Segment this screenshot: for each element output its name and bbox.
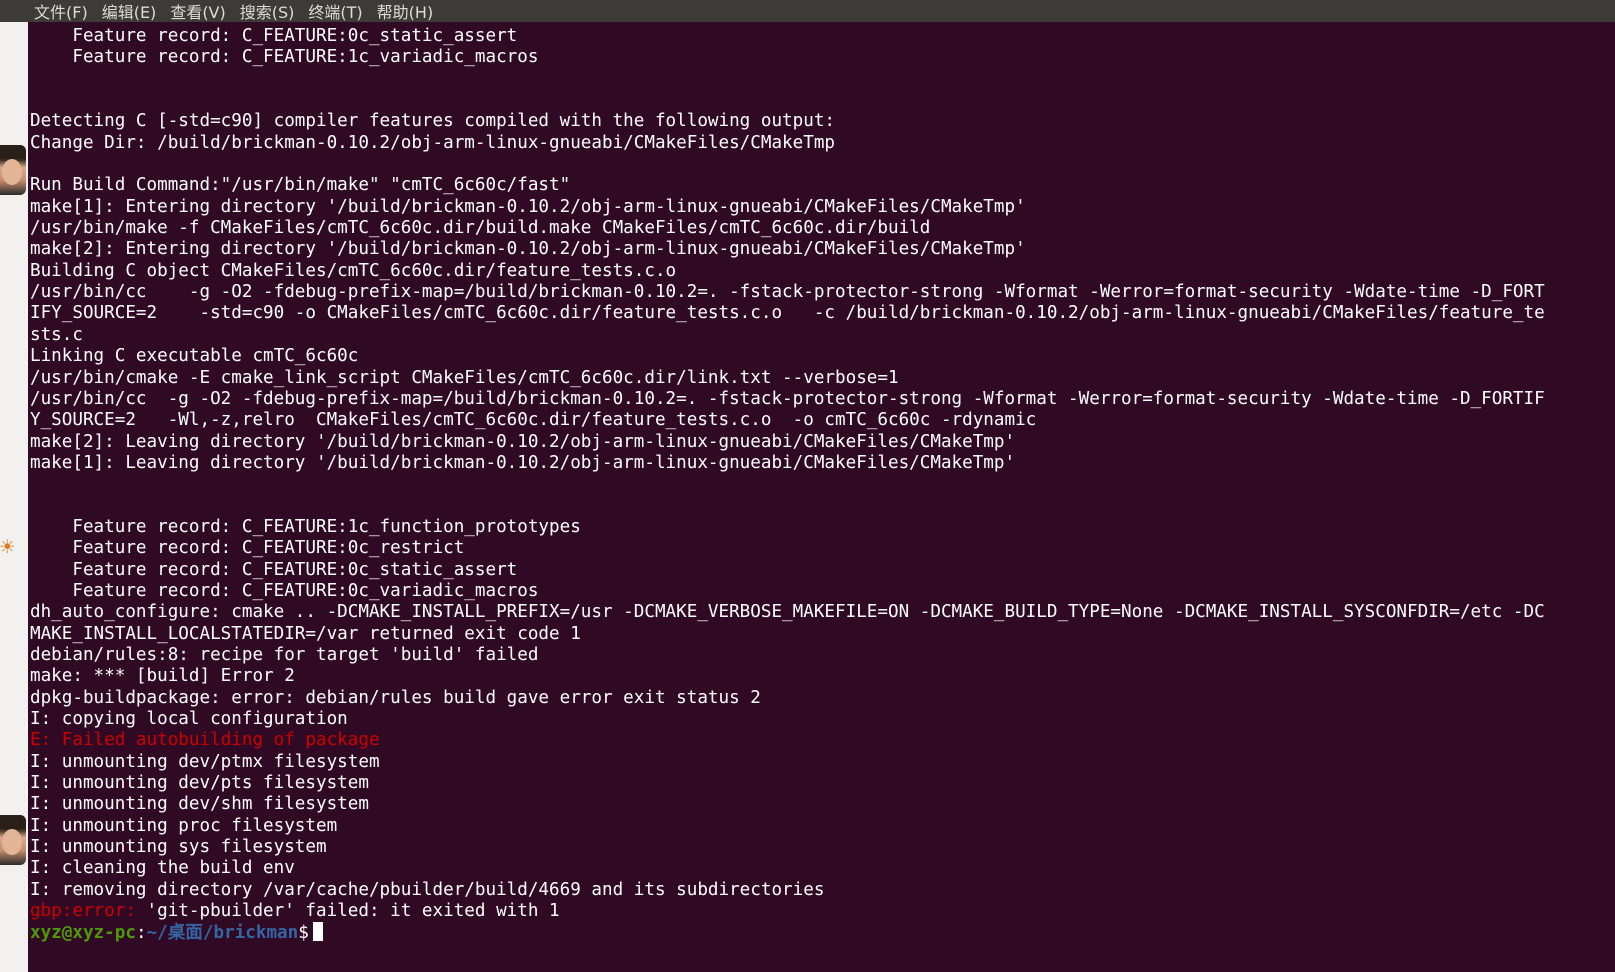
menu-help[interactable]: 帮助(H) [377,0,434,23]
user-avatar-icon[interactable] [0,815,26,865]
terminal-line: make[1]: Entering directory '/build/bric… [30,196,1026,217]
terminal-line: Linking C executable cmTC_6c60c [30,346,359,367]
menu-search[interactable]: 搜索(S) [240,0,295,23]
prompt-path: ~/桌面/brickman [146,923,299,944]
terminal-line: Feature record: C_FEATURE:1c_function_pr… [30,516,581,537]
prompt-user-host: xyz@xyz-pc [30,923,136,944]
terminal-line: sts.c [30,324,83,345]
terminal-line: dh_auto_configure: cmake .. -DCMAKE_INST… [30,602,1545,623]
terminal-line: dpkg-buildpackage: error: debian/rules b… [30,687,761,708]
terminal-line: I: unmounting dev/ptmx filesystem [30,751,380,772]
terminal-line: Run Build Command:"/usr/bin/make" "cmTC_… [30,175,571,196]
terminal-line: I: removing directory /var/cache/pbuilde… [30,879,825,900]
terminal-line: Feature record: C_FEATURE:1c_variadic_ma… [30,47,539,68]
terminal-output[interactable]: Feature record: C_FEATURE:0c_static_asse… [30,26,1615,972]
background-window-strip: ☀ [0,22,28,972]
terminal-line: /usr/bin/cmake -E cmake_link_script CMak… [30,367,899,388]
terminal-line: Feature record: C_FEATURE:0c_variadic_ma… [30,580,539,601]
terminal-line: I: cleaning the build env [30,858,295,879]
terminal-line: IFY_SOURCE=2 -std=c90 -o CMakeFiles/cmTC… [30,303,1545,324]
menu-view[interactable]: 查看(V) [170,0,225,23]
sun-logo-icon: ☀ [0,533,15,561]
gbp-error-prefix: gbp:error: [30,901,136,922]
terminal-line: Feature record: C_FEATURE:0c_static_asse… [30,559,518,580]
terminal-line: Feature record: C_FEATURE:0c_static_asse… [30,26,518,46]
menu-terminal[interactable]: 终端(T) [308,0,362,23]
prompt-symbol: $ [298,923,309,944]
terminal-line: I: unmounting proc filesystem [30,815,338,836]
user-avatar-icon[interactable] [0,145,26,195]
gbp-error-message: 'git-pbuilder' failed: it exited with 1 [135,901,560,922]
autobuild-error-line: E: Failed autobuilding of package [30,730,380,751]
menu-file[interactable]: 文件(F) [34,0,88,23]
terminal-cleanup-lines: I: unmounting dev/ptmx filesystem I: unmo… [30,752,1615,901]
terminal-line: Feature record: C_FEATURE:0c_restrict [30,538,465,559]
text-cursor [312,922,323,942]
terminal-line: make[2]: Leaving directory '/build/brick… [30,431,1016,452]
terminal-line: make[1]: Leaving directory '/build/brick… [30,452,1016,473]
terminal-log-lines: Feature record: C_FEATURE:0c_static_asse… [30,26,1615,730]
shell-prompt[interactable]: xyz@xyz-pc:~/桌面/brickman$ [30,922,1615,943]
terminal-line: I: copying local configuration [30,709,348,729]
menu-bar: 文件(F) 编辑(E) 查看(V) 搜索(S) 终端(T) 帮助(H) [0,0,1615,22]
terminal-line: debian/rules:8: recipe for target 'build… [30,644,539,665]
terminal-line: Change Dir: /build/brickman-0.10.2/obj-a… [30,132,836,153]
prompt-separator: : [135,923,147,944]
terminal-line: make: *** [build] Error 2 [30,666,295,687]
terminal-line: Detecting C [-std=c90] compiler features… [30,111,836,132]
terminal-line: I: unmounting dev/shm filesystem [30,794,369,815]
terminal-line: make[2]: Entering directory '/build/bric… [30,239,1026,260]
terminal-line: I: unmounting dev/pts filesystem [30,773,369,794]
terminal-line: I: unmounting sys filesystem [30,837,327,858]
terminal-line: Y_SOURCE=2 -Wl,-z,relro CMakeFiles/cmTC_… [30,410,1037,431]
terminal-line: /usr/bin/cc -g -O2 -fdebug-prefix-map=/b… [30,282,1545,303]
terminal-line: Building C object CMakeFiles/cmTC_6c60c.… [30,260,677,281]
terminal-line: /usr/bin/cc -g -O2 -fdebug-prefix-map=/b… [30,388,1545,409]
terminal-line: /usr/bin/make -f CMakeFiles/cmTC_6c60c.d… [30,218,931,239]
gbp-error-line: gbp:error: 'git-pbuilder' failed: it exi… [30,901,1615,922]
terminal-line: MAKE_INSTALL_LOCALSTATEDIR=/var returned… [30,623,581,644]
menu-edit[interactable]: 编辑(E) [102,0,157,23]
